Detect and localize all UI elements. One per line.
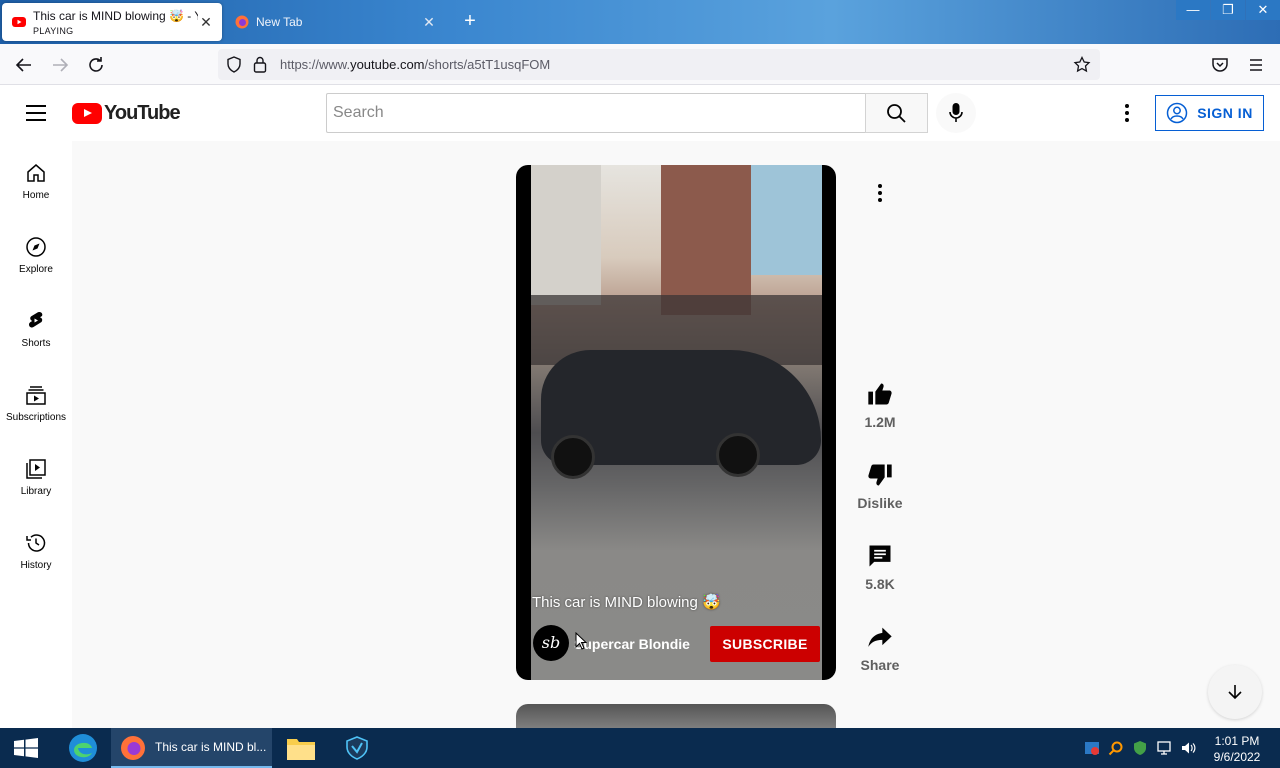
sidebar-item-history[interactable]: History <box>0 511 72 585</box>
search-button[interactable] <box>865 93 928 133</box>
search-icon <box>887 104 906 123</box>
channel-avatar[interactable]: sb <box>533 625 569 661</box>
taskbar-firefox-window[interactable]: This car is MIND bl... <box>111 728 272 768</box>
sidebar-item-label: Explore <box>19 264 53 275</box>
window-minimize-button[interactable]: — <box>1176 0 1210 20</box>
tray-date: 9/6/2022 <box>1213 750 1261 764</box>
tab-youtube[interactable]: This car is MIND blowing 🤯 - YouTube PLA… <box>2 3 222 41</box>
new-tab-plus-icon[interactable]: + <box>460 11 480 31</box>
shield-app-icon <box>346 736 368 760</box>
sidebar-item-label: Library <box>20 486 52 497</box>
app-menu-icon[interactable] <box>1244 53 1268 77</box>
tab-close-icon[interactable]: ✕ <box>421 14 437 30</box>
settings-more-icon[interactable] <box>1115 101 1139 125</box>
tray-shield-icon[interactable] <box>1132 740 1148 756</box>
taskbar-edge[interactable] <box>62 728 106 768</box>
edge-browser-icon <box>69 734 97 762</box>
channel-name-link[interactable]: Supercar Blondie <box>574 636 690 652</box>
history-icon <box>26 534 46 552</box>
next-short-button[interactable] <box>1208 665 1262 719</box>
back-arrow-icon[interactable] <box>12 53 36 77</box>
sidebar-item-label: Subscriptions <box>5 412 67 423</box>
sidebar-item-subscriptions[interactable]: Subscriptions <box>0 363 72 437</box>
sidebar-item-library[interactable]: Library <box>0 437 72 511</box>
reload-icon[interactable] <box>84 53 108 77</box>
subscriptions-icon <box>26 386 46 405</box>
folder-icon <box>287 739 315 760</box>
dislike-label: Dislike <box>857 495 903 511</box>
thumbs-down-icon <box>868 464 892 486</box>
like-count: 1.2M <box>864 414 896 430</box>
shorts-icon <box>29 312 43 328</box>
youtube-logo[interactable]: YouTube <box>72 101 181 124</box>
compass-icon <box>26 237 46 257</box>
youtube-play-logo-icon <box>72 102 102 124</box>
sign-in-label: SIGN IN <box>1197 105 1253 121</box>
search-input[interactable] <box>327 94 865 132</box>
firefox-icon <box>121 736 145 760</box>
sidebar-item-label: Home <box>22 190 50 201</box>
like-button[interactable]: 1.2M <box>855 380 905 430</box>
browser-tab-strip: This car is MIND blowing 🤯 - YouTube PLA… <box>0 0 1280 44</box>
window-restore-button[interactable]: ❐ <box>1211 0 1245 20</box>
tray-clock[interactable]: 1:01 PM 9/6/2022 <box>1207 733 1267 765</box>
share-arrow-icon <box>868 627 892 647</box>
short-video-player[interactable]: This car is MIND blowing 🤯 sb Supercar B… <box>516 165 836 680</box>
tray-time: 1:01 PM <box>1214 734 1260 748</box>
share-label: Share <box>860 657 900 673</box>
comments-button[interactable]: 5.8K <box>855 542 905 592</box>
mouse-cursor-icon <box>575 632 587 650</box>
tab-playing-label: PLAYING <box>33 26 74 36</box>
sidebar-item-shorts[interactable]: Shorts <box>0 289 72 363</box>
more-actions-icon[interactable] <box>868 181 892 205</box>
windows-taskbar: This car is MIND bl... 1:01 PM 9/6/2022 <box>0 728 1280 768</box>
sign-in-button[interactable]: SIGN IN <box>1155 95 1264 131</box>
tray-network-icon[interactable] <box>1156 740 1172 756</box>
forward-arrow-icon[interactable] <box>48 53 72 77</box>
library-icon <box>26 459 46 479</box>
thumbs-up-icon <box>868 383 892 405</box>
tab-title: New Tab <box>256 15 303 29</box>
voice-search-button[interactable] <box>936 93 976 133</box>
comment-icon <box>869 545 891 567</box>
guide-menu-icon[interactable] <box>26 105 46 121</box>
padlock-icon[interactable] <box>253 56 267 73</box>
bookmark-star-icon[interactable] <box>1073 56 1091 73</box>
tray-defender-icon[interactable] <box>1084 740 1100 756</box>
address-bar[interactable]: https://www.youtube.com/shorts/a5tT1usqF… <box>218 49 1100 80</box>
share-button[interactable]: Share <box>855 623 905 673</box>
url-text[interactable]: https://www.youtube.com/shorts/a5tT1usqF… <box>280 57 550 72</box>
windows-start-icon[interactable] <box>12 738 40 758</box>
youtube-header: YouTube SIGN IN <box>0 85 1280 141</box>
youtube-wordmark: YouTube <box>104 101 181 124</box>
account-circle-icon <box>1166 102 1188 124</box>
firefox-favicon-icon <box>235 15 249 29</box>
tray-search-icon[interactable] <box>1108 740 1124 756</box>
sidebar-item-home[interactable]: Home <box>0 141 72 215</box>
home-icon <box>27 164 45 182</box>
tab-close-icon[interactable]: ✕ <box>198 14 214 30</box>
taskbar-file-explorer[interactable] <box>280 728 324 768</box>
sidebar-item-label: History <box>20 560 52 571</box>
taskbar-security-app[interactable] <box>336 728 380 768</box>
sidebar-item-explore[interactable]: Explore <box>0 215 72 289</box>
tab-title: This car is MIND blowing 🤯 - YouTube <box>33 9 198 23</box>
taskbar-window-title: This car is MIND bl... <box>155 740 267 754</box>
browser-navbar: https://www.youtube.com/shorts/a5tT1usqF… <box>0 44 1280 85</box>
mini-guide-sidebar: Home Explore Shorts Subscriptions Librar… <box>0 141 72 728</box>
tray-volume-icon[interactable] <box>1180 740 1196 756</box>
tab-new-tab[interactable]: New Tab ✕ <box>225 3 445 41</box>
subscribe-button[interactable]: SUBSCRIBE <box>710 626 820 662</box>
pocket-icon[interactable] <box>1208 53 1232 77</box>
window-close-button[interactable]: ✕ <box>1246 0 1280 20</box>
search-box[interactable] <box>326 93 865 133</box>
sidebar-item-label: Shorts <box>21 338 51 349</box>
youtube-favicon-icon <box>12 17 26 27</box>
microphone-icon <box>949 103 963 122</box>
comment-count: 5.8K <box>865 576 895 592</box>
dislike-button[interactable]: Dislike <box>855 461 905 511</box>
arrow-down-icon <box>1228 685 1242 700</box>
short-title[interactable]: This car is MIND blowing 🤯 <box>532 593 721 611</box>
tracking-shield-icon[interactable] <box>226 56 242 73</box>
